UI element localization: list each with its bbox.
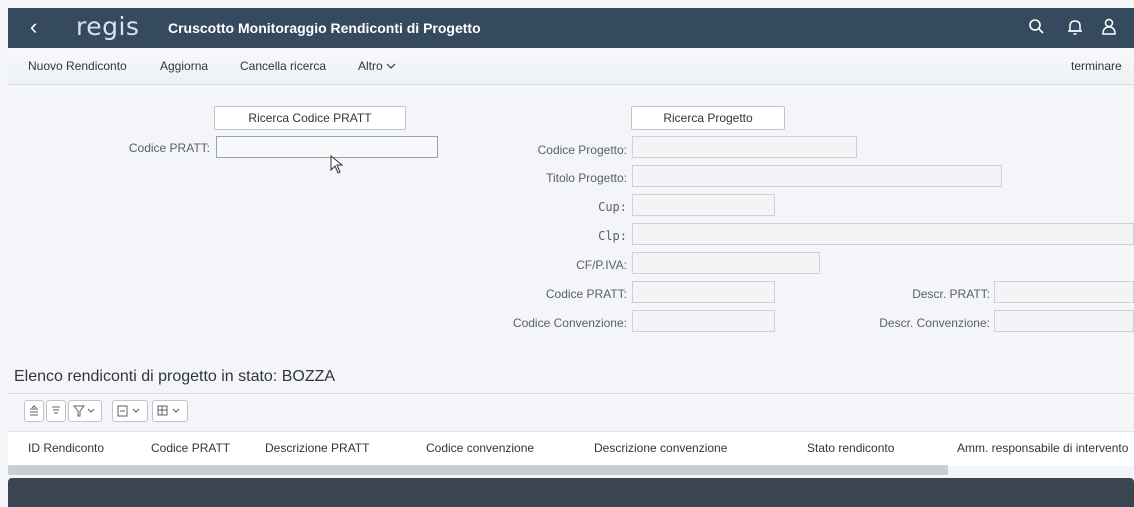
- altro-label: Altro: [358, 59, 383, 73]
- sort-ascending-icon[interactable]: [24, 400, 44, 422]
- shell-bar: ‹ regis Cruscotto Monitoraggio Rendicont…: [8, 8, 1134, 48]
- clp-input[interactable]: [632, 223, 1134, 245]
- horizontal-scrollbar[interactable]: [8, 465, 948, 475]
- column-header[interactable]: ID Rendiconto: [28, 441, 104, 455]
- column-header[interactable]: Stato rendiconto: [807, 441, 894, 455]
- altro-menu-button[interactable]: Altro: [358, 59, 396, 73]
- cf-piva-label: CF/P.IVA:: [576, 258, 627, 272]
- codice-pratt-project-input[interactable]: [632, 281, 775, 303]
- cf-piva-input[interactable]: [632, 252, 820, 274]
- clp-label: Clp:: [598, 229, 627, 243]
- search-icon[interactable]: [1026, 16, 1048, 38]
- settings-icon[interactable]: [152, 400, 188, 422]
- action-toolbar: Nuovo Rendiconto Aggiorna Cancella ricer…: [8, 48, 1134, 85]
- mouse-cursor-icon: [330, 155, 344, 174]
- titolo-progetto-label: Titolo Progetto:: [546, 171, 627, 185]
- page-title: Cruscotto Monitoraggio Rendiconti di Pro…: [168, 20, 481, 36]
- titolo-progetto-input[interactable]: [632, 165, 1002, 187]
- back-icon[interactable]: ‹: [30, 14, 37, 40]
- column-header[interactable]: Codice convenzione: [426, 441, 534, 455]
- column-header[interactable]: Codice PRATT: [151, 441, 230, 455]
- bell-icon[interactable]: [1064, 16, 1086, 38]
- nuovo-rendiconto-button[interactable]: Nuovo Rendiconto: [28, 59, 127, 73]
- ricerca-progetto-button[interactable]: Ricerca Progetto: [631, 106, 785, 130]
- codice-progetto-input[interactable]: [632, 136, 857, 158]
- codice-convenzione-label: Codice Convenzione:: [512, 316, 627, 330]
- descr-convenzione-input[interactable]: [994, 310, 1134, 332]
- column-header[interactable]: Descrizione PRATT: [265, 441, 369, 455]
- user-icon[interactable]: [1098, 16, 1120, 38]
- table-toolbar: [8, 393, 1134, 432]
- codice-pratt-input[interactable]: [216, 136, 438, 158]
- aggiorna-button[interactable]: Aggiorna: [160, 59, 208, 73]
- descr-pratt-input[interactable]: [994, 281, 1134, 303]
- table-header: ID Rendiconto Codice PRATT Descrizione P…: [8, 431, 1134, 466]
- footer-bar: [8, 478, 1134, 507]
- cancella-ricerca-button[interactable]: Cancella ricerca: [240, 59, 326, 73]
- cup-label: Cup:: [598, 200, 627, 214]
- descr-convenzione-label: Descr. Convenzione:: [879, 316, 990, 330]
- descr-pratt-label: Descr. PRATT:: [912, 287, 990, 301]
- terminare-button[interactable]: terminare: [1071, 59, 1122, 73]
- codice-pratt-project-label: Codice PRATT:: [545, 287, 627, 301]
- column-header[interactable]: Descrizione convenzione: [594, 441, 727, 455]
- codice-progetto-label: Codice Progetto:: [537, 143, 627, 157]
- ricerca-codice-pratt-button[interactable]: Ricerca Codice PRATT: [214, 106, 406, 130]
- chevron-down-icon: [386, 63, 396, 69]
- sort-descending-icon[interactable]: [46, 400, 66, 422]
- cup-input[interactable]: [632, 194, 775, 216]
- codice-convenzione-input[interactable]: [632, 310, 775, 332]
- codice-pratt-label: Codice PRATT:: [128, 141, 210, 155]
- app-logo: regis: [76, 12, 140, 41]
- export-icon[interactable]: [112, 400, 148, 422]
- table-title: Elenco rendiconti di progetto in stato: …: [14, 368, 336, 385]
- filter-icon[interactable]: [68, 400, 102, 422]
- column-header[interactable]: Amm. responsabile di intervento: [957, 441, 1128, 455]
